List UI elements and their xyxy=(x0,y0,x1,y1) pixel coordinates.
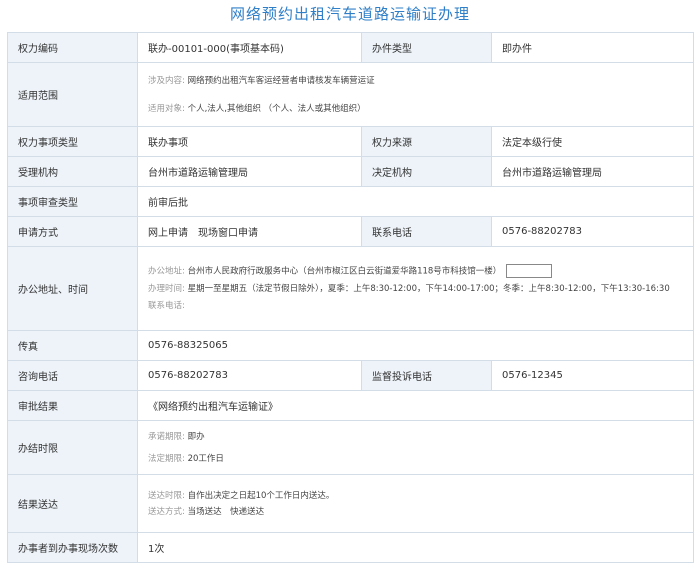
fax-value: 0576-88325065 xyxy=(137,330,694,361)
visits-label: 办事者到办事现场次数 xyxy=(7,532,138,563)
office-addr-value: 台州市人民政府行政服务中心（台州市椒江区白云街道爱华路118号市科技馆一楼） xyxy=(187,266,502,277)
page-title: 网络预约出租汽车道路运输证办理 xyxy=(229,5,470,23)
scope-target-value: 个人,法人,其他组织 （个人、法人或其他组织） xyxy=(187,103,366,114)
complaint-phone-value: 0576-12345 xyxy=(491,360,694,391)
delivery-time-key: 送达时限: xyxy=(148,490,185,501)
row-visits: 办事者到办事现场次数 1次 xyxy=(7,532,694,563)
delivery-method-key: 送达方式: xyxy=(148,506,185,517)
power-code-value: 联办-00101-000(事项基本码) xyxy=(137,32,362,63)
row-result: 审批结果 《网络预约出租汽车运输证》 xyxy=(7,390,694,421)
promise-key: 承诺期限: xyxy=(148,431,185,442)
power-source-value: 法定本级行使 xyxy=(491,126,694,157)
item-type-value: 联办事项 xyxy=(137,126,362,157)
row-office: 办公地址、时间 办公地址: 台州市人民政府行政服务中心（台州市椒江区白云街道爱华… xyxy=(7,246,694,331)
row-power-code: 权力编码 联办-00101-000(事项基本码) 办件类型 即办件 xyxy=(7,32,694,63)
legal-key: 法定期限: xyxy=(148,453,185,464)
power-source-label: 权力来源 xyxy=(361,126,492,157)
handle-type-value: 即办件 xyxy=(491,32,694,63)
delivery-time-value: 自作出决定之日起10个工作日内送达。 xyxy=(187,490,335,501)
review-type-value: 前审后批 xyxy=(137,186,694,217)
office-phone-key: 联系电话: xyxy=(148,300,185,311)
row-scope: 适用范围 涉及内容: 网络预约出租汽车客运经营者申请核发车辆营运证 适用对象: … xyxy=(7,62,694,127)
decide-org-label: 决定机构 xyxy=(361,156,492,187)
scope-value: 涉及内容: 网络预约出租汽车客运经营者申请核发车辆营运证 适用对象: 个人,法人… xyxy=(137,62,694,127)
row-orgs: 受理机构 台州市道路运输管理局 决定机构 台州市道路运输管理局 xyxy=(7,156,694,187)
delivery-value: 送达时限: 自作出决定之日起10个工作日内送达。 送达方式: 当场送达 快递送达 xyxy=(137,474,694,533)
legal-value: 20工作日 xyxy=(187,453,224,464)
office-addr-key: 办公地址: xyxy=(148,266,185,277)
contact-phone-value: 0576-88202783 xyxy=(491,216,694,247)
office-time-value: 星期一至星期五（法定节假日除外），夏季：上午8:30-12:00，下午14:00… xyxy=(187,283,670,294)
visits-value: 1次 xyxy=(137,532,694,563)
time-limit-value: 承诺期限: 即办 法定期限: 20工作日 xyxy=(137,420,694,475)
result-label: 审批结果 xyxy=(7,390,138,421)
row-delivery: 结果送达 送达时限: 自作出决定之日起10个工作日内送达。 送达方式: 当场送达… xyxy=(7,474,694,533)
fax-label: 传真 xyxy=(7,330,138,361)
item-type-label: 权力事项类型 xyxy=(7,126,138,157)
office-value: 办公地址: 台州市人民政府行政服务中心（台州市椒江区白云街道爱华路118号市科技… xyxy=(137,246,694,331)
address-input-box[interactable] xyxy=(506,264,553,279)
scope-content-key: 涉及内容: xyxy=(148,75,185,86)
result-value: 《网络预约出租汽车运输证》 xyxy=(137,390,694,421)
accept-org-label: 受理机构 xyxy=(7,156,138,187)
consult-phone-value: 0576-88202783 xyxy=(137,360,362,391)
delivery-label: 结果送达 xyxy=(7,474,138,533)
row-review-type: 事项审查类型 前审后批 xyxy=(7,186,694,217)
row-phones: 咨询电话 0576-88202783 监督投诉电话 0576-12345 xyxy=(7,360,694,391)
row-apply: 申请方式 网上申请 现场窗口申请 联系电话 0576-88202783 xyxy=(7,216,694,247)
complaint-phone-label: 监督投诉电话 xyxy=(361,360,492,391)
scope-content-value: 网络预约出租汽车客运经营者申请核发车辆营运证 xyxy=(187,75,375,86)
review-type-label: 事项审查类型 xyxy=(7,186,138,217)
row-item-type: 权力事项类型 联办事项 权力来源 法定本级行使 xyxy=(7,126,694,157)
row-time-limit: 办结时限 承诺期限: 即办 法定期限: 20工作日 xyxy=(7,420,694,475)
handle-type-label: 办件类型 xyxy=(361,32,492,63)
decide-org-value: 台州市道路运输管理局 xyxy=(491,156,694,187)
promise-value: 即办 xyxy=(187,431,205,442)
office-time-key: 办理时间: xyxy=(148,283,185,294)
time-limit-label: 办结时限 xyxy=(7,420,138,475)
accept-org-value: 台州市道路运输管理局 xyxy=(137,156,362,187)
power-code-label: 权力编码 xyxy=(7,32,138,63)
row-fax: 传真 0576-88325065 xyxy=(7,330,694,361)
consult-phone-label: 咨询电话 xyxy=(7,360,138,391)
scope-label: 适用范围 xyxy=(7,62,138,127)
contact-phone-label: 联系电话 xyxy=(361,216,492,247)
scope-target-key: 适用对象: xyxy=(148,103,185,114)
apply-method-label: 申请方式 xyxy=(7,216,138,247)
delivery-method-value: 当场送达 快递送达 xyxy=(187,506,265,517)
office-label: 办公地址、时间 xyxy=(7,246,138,331)
info-table: 权力编码 联办-00101-000(事项基本码) 办件类型 即办件 适用范围 涉… xyxy=(7,32,694,563)
apply-method-value: 网上申请 现场窗口申请 xyxy=(137,216,362,247)
